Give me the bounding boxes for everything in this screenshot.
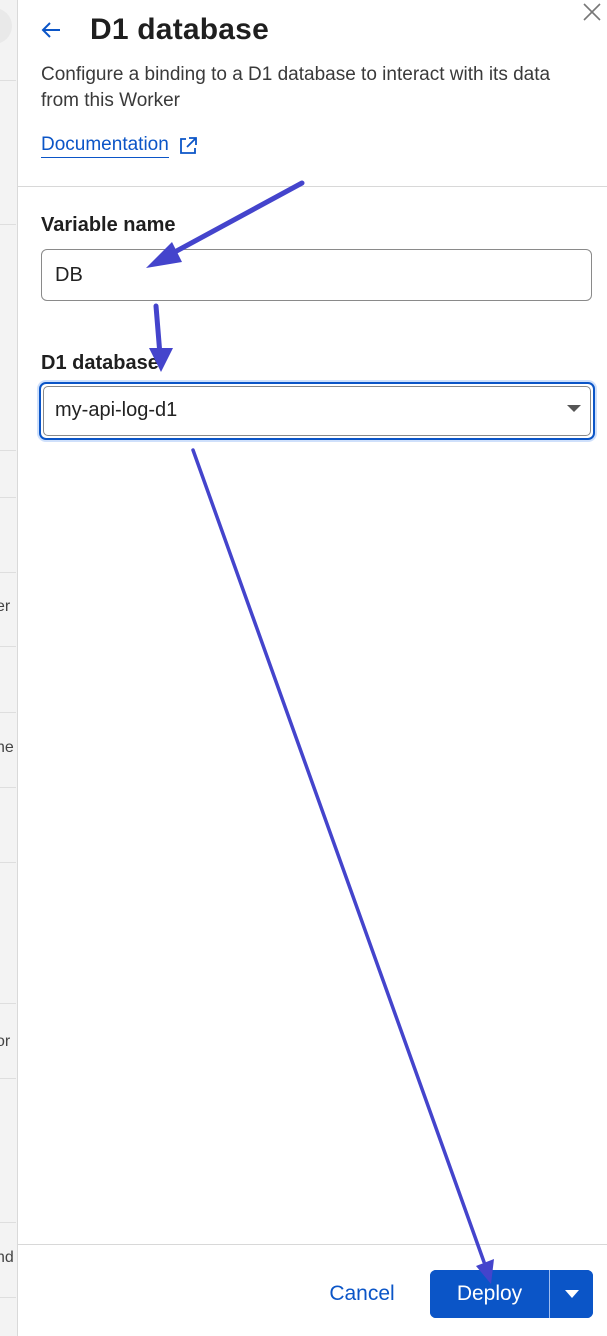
background-text-fragment: or: [0, 1033, 11, 1050]
background-divider: [0, 224, 16, 225]
footer-divider: [18, 1244, 607, 1245]
cancel-button[interactable]: Cancel: [314, 1272, 410, 1316]
close-icon: [583, 3, 601, 21]
documentation-link[interactable]: Documentation: [41, 133, 198, 158]
background-page-strip: er ne or nd: [0, 0, 18, 1336]
external-link-icon: [179, 136, 197, 154]
background-divider: [0, 1222, 16, 1223]
background-divider: [0, 1003, 16, 1004]
background-divider: [0, 497, 16, 498]
panel-description: Configure a binding to a D1 database to …: [41, 64, 551, 111]
variable-name-input[interactable]: [41, 249, 592, 301]
d1-database-selected-value: my-api-log-d1: [55, 399, 178, 421]
background-divider: [0, 1078, 16, 1079]
d1-binding-panel: D1 database Configure a binding to a D1 …: [18, 0, 607, 1336]
background-divider: [0, 450, 16, 451]
deploy-split-button: Deploy: [430, 1270, 593, 1318]
background-text-fragment: er: [0, 598, 11, 615]
background-text-fragment: nd: [0, 1249, 14, 1266]
background-avatar: [0, 8, 12, 44]
header-divider: [18, 186, 607, 187]
background-divider: [0, 646, 16, 647]
back-button[interactable]: [40, 10, 68, 50]
d1-database-select[interactable]: my-api-log-d1: [39, 382, 595, 440]
panel-header: D1 database: [40, 10, 269, 50]
background-divider: [0, 862, 16, 863]
close-button[interactable]: [581, 1, 603, 23]
documentation-link-label: Documentation: [41, 133, 169, 158]
deploy-button[interactable]: Deploy: [430, 1270, 549, 1318]
d1-database-label: D1 database: [41, 352, 159, 374]
background-text-fragment: ne: [0, 739, 14, 756]
page: er ne or nd D1 database Configure a bind…: [0, 0, 607, 1336]
background-divider: [0, 712, 16, 713]
background-divider: [0, 572, 16, 573]
variable-name-label: Variable name: [41, 214, 176, 236]
caret-down-icon: [567, 405, 581, 412]
arrow-left-icon: [41, 22, 60, 38]
background-divider: [0, 1297, 16, 1298]
deploy-options-button[interactable]: [550, 1270, 593, 1318]
panel-title: D1 database: [90, 13, 269, 46]
caret-down-icon: [564, 1290, 579, 1298]
background-divider: [0, 787, 16, 788]
background-divider: [0, 80, 16, 81]
